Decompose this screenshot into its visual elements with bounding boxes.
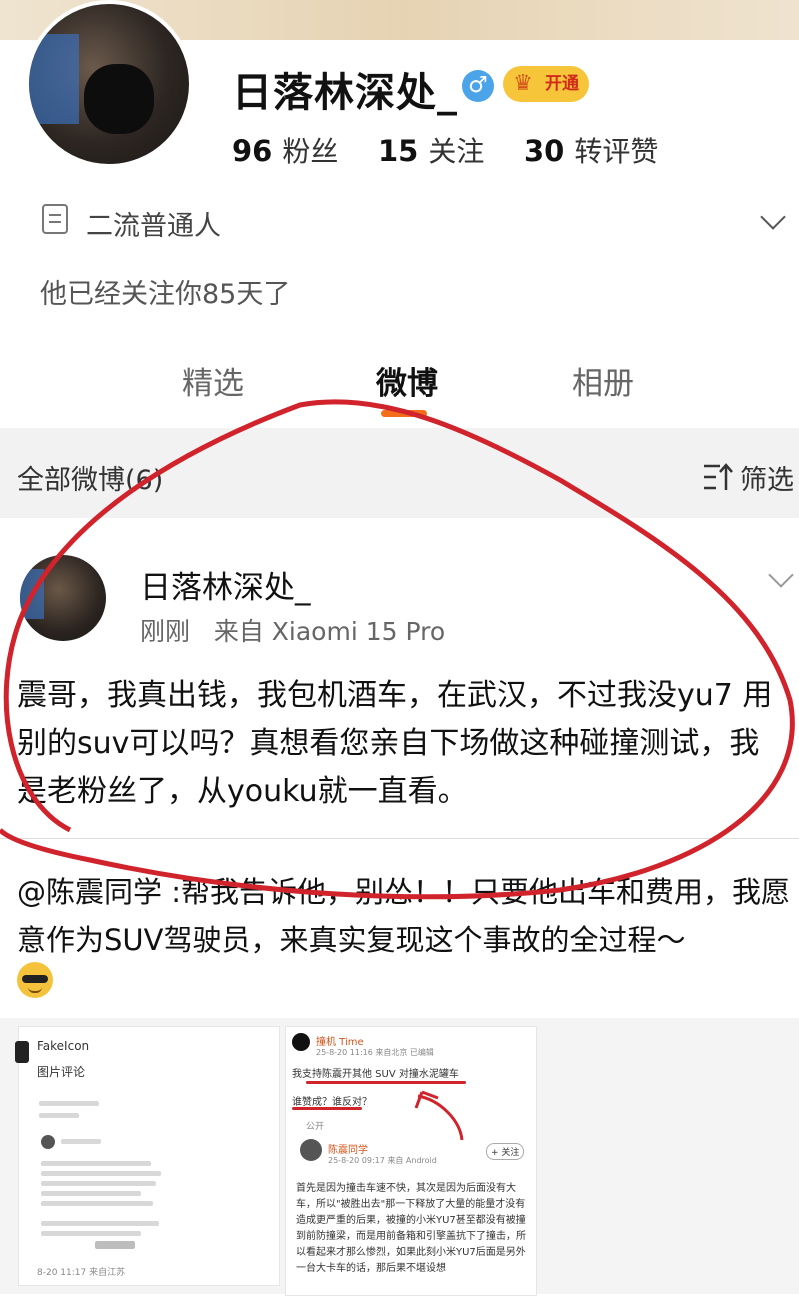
shot2-body: 首先是因为撞击车速不快，其次是因为后面没有大车，所以"被胜出去"那一下释放了大量…	[296, 1183, 526, 1274]
crown-icon: ♛	[513, 71, 533, 96]
shot2-reply-user: 陈震同学	[328, 1145, 368, 1156]
sunglasses-emoji-icon	[17, 962, 53, 998]
followers-label: 粉丝	[282, 135, 339, 168]
shot2-user: 撞机 Time	[316, 1037, 364, 1048]
shot1-user: FakeIcon	[37, 1039, 90, 1053]
male-icon: ♂	[462, 70, 494, 102]
follow-duration-note: 他已经关注你85天了	[40, 279, 291, 310]
post-avatar[interactable]	[20, 555, 106, 641]
vip-open-button[interactable]: ♛ 开通	[503, 66, 589, 102]
interactions-label: 转评赞	[574, 135, 659, 168]
all-weibo-count[interactable]: 全部微博(6)	[17, 458, 163, 497]
post-text: 震哥，我真出钱，我包机酒车，在武汉，不过我没yu7 用别的suv可以吗？真想看您…	[17, 678, 773, 809]
profile-username: 日落林深处_	[232, 70, 458, 116]
post-options-chevron-icon[interactable]	[768, 562, 794, 588]
filter-icon[interactable]	[702, 462, 734, 492]
shot2-meta: 25-8-20 11:16 来自北京 已编辑	[316, 1048, 434, 1057]
profile-bio: 二流普通人	[86, 211, 221, 242]
shot2-line2: 谁赞成？谁反对？	[292, 1097, 372, 1108]
shot2-follow-button[interactable]: + 关注	[486, 1143, 525, 1160]
tab-featured[interactable]: 精选	[182, 358, 244, 403]
active-tab-indicator	[381, 410, 427, 417]
embedded-screenshot-2[interactable]: 撞机 Time 25-8-20 11:16 来自北京 已编辑 我支持陈震开其他 …	[285, 1026, 537, 1296]
repost-text: @陈震同学 :帮我告诉他，别怂！！只要他出车和费用，我愿意作为SUV驾驶员，来真…	[17, 875, 790, 957]
shot1-title: 图片评论	[37, 1065, 86, 1079]
stat-interactions[interactable]: 30 转评赞	[524, 130, 658, 170]
followers-count: 96	[232, 134, 273, 168]
post-username[interactable]: 日落林深处_	[140, 562, 311, 607]
following-label: 关注	[428, 135, 485, 168]
interactions-count: 30	[524, 134, 565, 168]
stat-following[interactable]: 15 关注	[378, 130, 484, 170]
tab-album[interactable]: 相册	[572, 358, 634, 403]
shot2-reply-meta: 25-8-20 09:17 来自 Android	[328, 1156, 437, 1165]
shot1-footer: 8-20 11:17 来自江苏	[37, 1268, 126, 1278]
stat-followers[interactable]: 96 粉丝	[232, 130, 338, 170]
shot2-public: 公开	[306, 1122, 325, 1132]
filter-button[interactable]: 筛选	[740, 458, 794, 497]
vip-label: 开通	[545, 74, 579, 94]
divider	[0, 838, 799, 839]
document-icon	[42, 204, 68, 234]
profile-avatar[interactable]	[25, 0, 193, 168]
shot2-line1: 我支持陈震开其他 SUV 对撞水泥罐车	[292, 1069, 459, 1080]
post-meta: 刚刚 来自 Xiaomi 15 Pro	[140, 617, 446, 646]
tab-weibo[interactable]: 微博	[376, 358, 438, 403]
following-count: 15	[378, 134, 419, 168]
embedded-screenshot-1[interactable]: FakeIcon 图片评论 8-20 11:17 来自江苏	[15, 1026, 280, 1286]
chevron-down-icon[interactable]	[760, 204, 786, 230]
